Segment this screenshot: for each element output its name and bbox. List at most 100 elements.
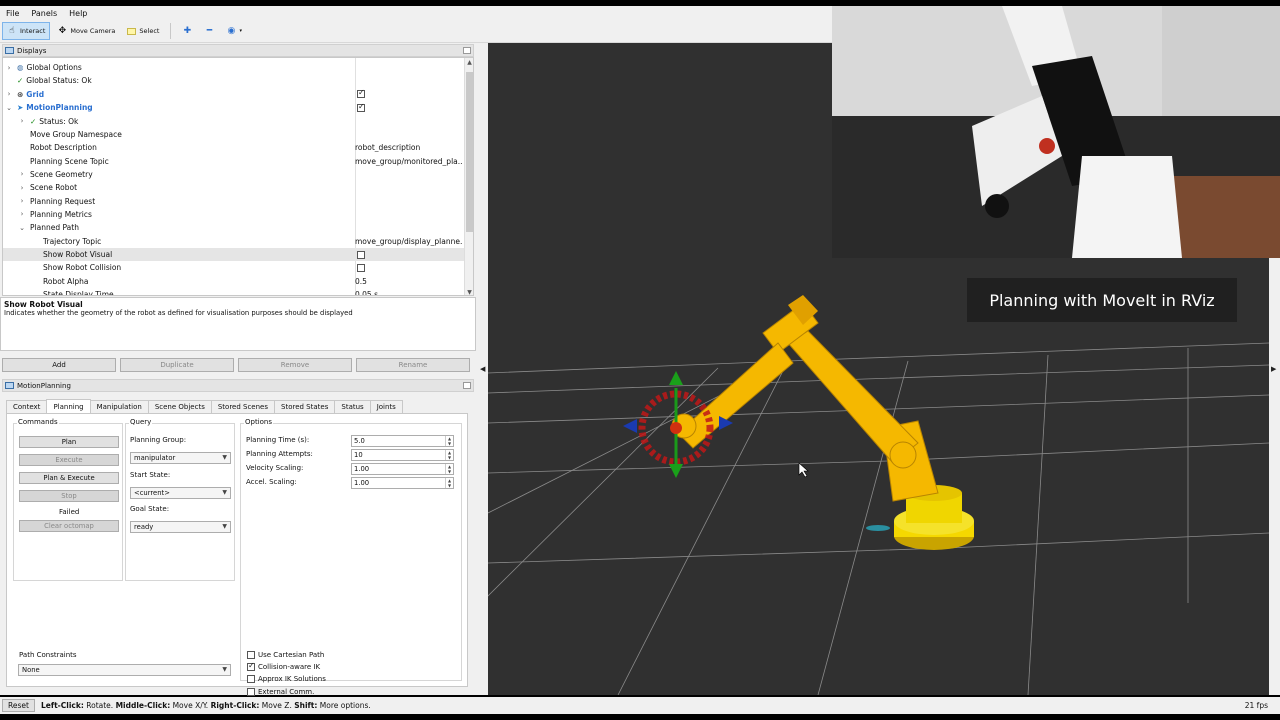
planning-time-input[interactable]: 5.0 ▲ ▼ [351, 435, 454, 447]
accel-scaling-input[interactable]: 1.00 ▲ ▼ [351, 477, 454, 489]
move-camera-tool-button[interactable]: ✥ Move Camera [52, 22, 120, 40]
scroll-thumb[interactable] [466, 72, 473, 232]
tree-row-motionplanning[interactable]: ⌄ ➤ MotionPlanning [3, 101, 465, 114]
tree-row-checkbox[interactable] [357, 250, 365, 259]
collapse-left-icon[interactable]: ◀ [480, 365, 485, 373]
scroll-up-icon[interactable]: ▲ [465, 58, 473, 67]
checkbox[interactable] [247, 675, 255, 684]
planning-group-select[interactable]: manipulator ▼ [130, 452, 231, 464]
chevron-down-icon[interactable]: ⌄ [18, 224, 26, 232]
tab-joints[interactable]: Joints [369, 400, 403, 413]
velocity-scaling-label: Velocity Scaling: [246, 464, 304, 472]
interact-tool-button[interactable]: ☝ Interact [2, 22, 51, 40]
tree-row-value[interactable]: 0.5 [355, 277, 463, 286]
planning-attempts-input[interactable]: 10 ▲ ▼ [351, 449, 454, 461]
select-box-icon [127, 27, 137, 35]
tab-scene-objects[interactable]: Scene Objects [147, 400, 212, 413]
menu-file[interactable]: File [0, 9, 25, 18]
goal-state-label: Goal State: [130, 505, 170, 513]
tree-row-robot-description[interactable]: Robot Description robot_description [3, 141, 465, 154]
chevron-right-icon[interactable]: › [18, 184, 26, 192]
chevron-right-icon[interactable]: › [18, 117, 26, 125]
option-external-comm[interactable]: External Comm. [247, 687, 314, 696]
tree-row-trajectory-topic[interactable]: Trajectory Topic move_group/display_plann… [3, 235, 465, 248]
tree-row-global-options[interactable]: › ◍ Global Options [3, 61, 465, 74]
displays-scrollbar[interactable]: ▲ ▼ [464, 58, 473, 295]
tab-stored-scenes[interactable]: Stored Scenes [210, 400, 276, 413]
checkbox[interactable] [247, 661, 255, 672]
tab-context[interactable]: Context [6, 400, 48, 413]
spin-arrows-icon[interactable]: ▲ ▼ [445, 450, 453, 460]
middle-click-key: Middle-Click: [115, 701, 171, 710]
velocity-scaling-input[interactable]: 1.00 ▲ ▼ [351, 463, 454, 475]
chevron-right-icon[interactable]: › [18, 170, 26, 178]
chevron-right-icon[interactable]: › [5, 64, 13, 72]
tree-row-planning-request[interactable]: › Planning Request [3, 195, 465, 208]
goal-state-select[interactable]: ready ▼ [130, 521, 231, 533]
view-tool-button[interactable]: ◉ ▾ [221, 22, 247, 40]
plan-button[interactable]: Plan [19, 436, 119, 448]
tree-row-planning-metrics[interactable]: › Planning Metrics [3, 208, 465, 221]
chevron-down-icon[interactable]: ⌄ [5, 104, 13, 112]
tree-row-value[interactable]: robot_description [355, 143, 463, 152]
path-constraints-select[interactable]: None ▼ [18, 664, 231, 676]
select-tool-button[interactable]: Select [122, 22, 164, 40]
tree-row-planned-path[interactable]: ⌄ Planned Path [3, 221, 465, 234]
chevron-right-icon[interactable]: › [18, 210, 26, 218]
execute-button[interactable]: Execute [19, 454, 119, 466]
tab-stored-states[interactable]: Stored States [274, 400, 336, 413]
spin-arrows-icon[interactable]: ▲ ▼ [445, 436, 453, 446]
tab-planning[interactable]: Planning [46, 399, 91, 413]
menu-help[interactable]: Help [63, 9, 93, 18]
planning-tab-content: Commands Plan Execute Plan & Execute Sto… [6, 413, 468, 720]
remove-button[interactable]: Remove [238, 358, 352, 372]
add-tool-button[interactable]: ✚ [177, 22, 197, 40]
option-collision-aware-ik[interactable]: Collision-aware IK [247, 661, 320, 672]
plan-execute-button[interactable]: Plan & Execute [19, 472, 119, 484]
tree-row-move-group-namespace[interactable]: Move Group Namespace [3, 128, 465, 141]
tree-row-global-status-ok[interactable]: ✓ Global Status: Ok [3, 74, 465, 87]
chevron-right-icon[interactable]: › [5, 90, 13, 98]
tree-row-scene-robot[interactable]: › Scene Robot [3, 181, 465, 194]
duplicate-button[interactable]: Duplicate [120, 358, 234, 372]
tree-row-grid[interactable]: › ⊛ Grid [3, 88, 465, 101]
float-panel-icon[interactable] [463, 47, 471, 54]
stop-button[interactable]: Stop [19, 490, 119, 502]
tree-row-planning-scene-topic[interactable]: Planning Scene Topic move_group/monitored… [3, 154, 465, 167]
scroll-down-icon[interactable]: ▼ [465, 288, 473, 295]
tree-row-checkbox[interactable] [357, 88, 365, 99]
chevron-right-icon[interactable]: › [18, 197, 26, 205]
remove-tool-button[interactable]: ━ [199, 22, 219, 40]
tree-row-value[interactable]: 0.05 s [355, 290, 463, 295]
rename-button[interactable]: Rename [356, 358, 470, 372]
tree-row-show-robot-collision[interactable]: Show Robot Collision [3, 261, 465, 274]
reset-button[interactable]: Reset [2, 699, 35, 712]
tree-row-scene-geometry[interactable]: › Scene Geometry [3, 168, 465, 181]
displays-panel-title[interactable]: Displays [2, 44, 474, 57]
motion-planning-panel-title[interactable]: MotionPlanning [2, 379, 474, 392]
path-constraints-value: None [22, 666, 40, 674]
tree-row-status-ok[interactable]: › ✓ Status: Ok [3, 114, 465, 127]
menu-panels[interactable]: Panels [25, 9, 63, 18]
collapse-right-icon[interactable]: ▶ [1271, 365, 1276, 373]
tree-row-checkbox[interactable] [357, 102, 365, 112]
spin-arrows-icon[interactable]: ▲ ▼ [445, 464, 453, 474]
tree-row-robot-alpha[interactable]: Robot Alpha 0.5 [3, 275, 465, 288]
checkbox[interactable] [247, 651, 255, 659]
tree-row-value[interactable]: move_group/display_planne... [355, 237, 463, 246]
tab-status[interactable]: Status [334, 400, 371, 413]
option-approx-ik-solutions[interactable]: Approx IK Solutions [247, 675, 326, 684]
checkbox[interactable] [247, 687, 255, 696]
tree-row-show-robot-visual[interactable]: Show Robot Visual [3, 247, 465, 262]
spin-arrows-icon[interactable]: ▲ ▼ [445, 478, 453, 488]
start-state-select[interactable]: <current> ▼ [130, 487, 231, 499]
clear-octomap-button[interactable]: Clear octomap [19, 520, 119, 532]
accel-scaling-label: Accel. Scaling: [246, 478, 297, 486]
add-button[interactable]: Add [2, 358, 116, 372]
option-use-cartesian-path[interactable]: Use Cartesian Path [247, 651, 324, 659]
float-panel-icon[interactable] [463, 382, 471, 389]
tree-row-checkbox[interactable] [357, 263, 365, 272]
tree-row-value[interactable]: move_group/monitored_pla... [355, 157, 463, 166]
tree-row-state-display-time[interactable]: State Display Time 0.05 s [3, 288, 465, 295]
tab-manipulation[interactable]: Manipulation [89, 400, 149, 413]
